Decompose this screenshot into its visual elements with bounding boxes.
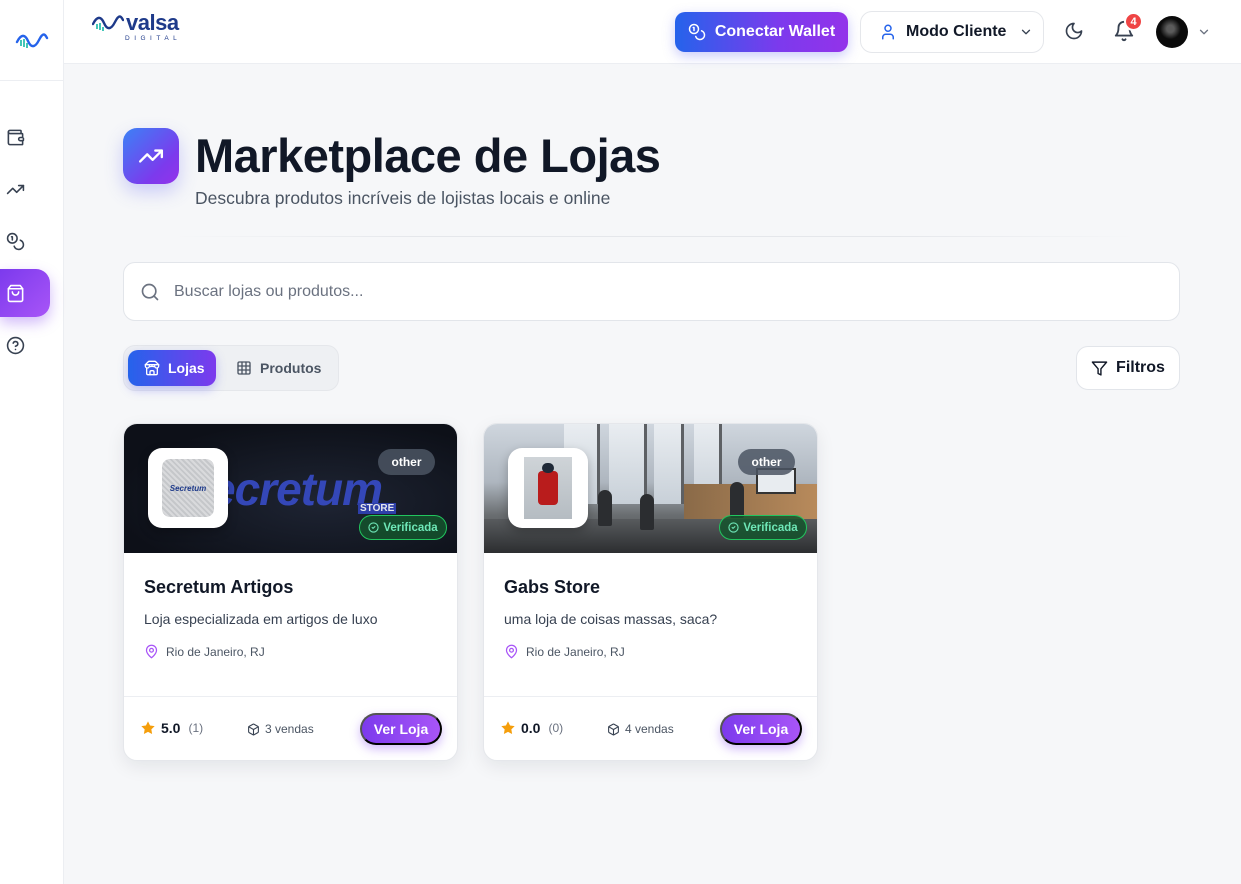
store-location-text: Rio de Janeiro, RJ bbox=[526, 644, 625, 659]
store-icon bbox=[144, 360, 160, 376]
mode-selector-label: Modo Cliente bbox=[906, 23, 1007, 40]
valsa-wave-icon bbox=[92, 15, 124, 31]
help-circle-icon bbox=[6, 336, 25, 354]
notification-badge: 4 bbox=[1124, 12, 1143, 31]
star-icon bbox=[141, 721, 155, 735]
coins-icon bbox=[688, 23, 706, 41]
rating-count: (1) bbox=[188, 721, 204, 735]
check-circle-icon bbox=[728, 522, 739, 533]
store-description: Loja especializada em artigos de luxo bbox=[144, 611, 378, 627]
rating-count: (0) bbox=[548, 721, 564, 735]
verified-badge: Verificada bbox=[719, 515, 807, 540]
banner-window bbox=[654, 424, 684, 504]
moon-icon[interactable] bbox=[1064, 21, 1084, 41]
verified-badge: Verificada bbox=[359, 515, 447, 540]
store-rating: 0.0 (0) bbox=[500, 720, 563, 736]
store-rating: 5.0 (1) bbox=[140, 720, 203, 736]
tab-stores[interactable]: Lojas bbox=[128, 350, 216, 386]
banner-person bbox=[730, 482, 744, 518]
filters-label: Filtros bbox=[1116, 359, 1165, 376]
store-name: Gabs Store bbox=[504, 577, 601, 597]
banner-person bbox=[640, 494, 654, 530]
category-badge: other bbox=[738, 449, 795, 475]
map-pin-icon bbox=[145, 644, 158, 659]
banner-text: ecretum bbox=[210, 463, 383, 515]
search-input[interactable] bbox=[174, 282, 1074, 301]
search-bar bbox=[123, 262, 1180, 321]
valsa-logo-icon bbox=[15, 33, 48, 48]
store-location-text: Rio de Janeiro, RJ bbox=[166, 644, 265, 659]
view-store-button[interactable]: Ver Loja bbox=[360, 713, 442, 745]
store-location: Rio de Janeiro, RJ bbox=[504, 644, 625, 659]
verified-label: Verificada bbox=[743, 521, 798, 534]
tab-stores-label: Lojas bbox=[168, 360, 205, 376]
category-badge: other bbox=[378, 449, 435, 475]
sidebar-item-wallet[interactable] bbox=[0, 113, 50, 161]
sidebar-logo[interactable] bbox=[0, 0, 63, 81]
brand-logo[interactable]: valsa DIGITAL bbox=[92, 12, 181, 42]
page-title: Marketplace de Lojas bbox=[195, 129, 661, 182]
verified-label: Verificada bbox=[383, 521, 438, 534]
card-divider bbox=[484, 696, 817, 697]
brand-subtitle: DIGITAL bbox=[125, 35, 182, 42]
sidebar-item-coins[interactable] bbox=[0, 217, 50, 265]
store-logo bbox=[508, 448, 588, 528]
store-card[interactable]: other Verificada Gabs Store uma loja de … bbox=[483, 423, 818, 761]
rating-value: 5.0 bbox=[161, 720, 181, 736]
coins-icon bbox=[6, 232, 25, 250]
sidebar-item-marketplace[interactable] bbox=[0, 269, 50, 317]
store-sales: 4 vendas bbox=[607, 722, 674, 736]
view-store-button[interactable]: Ver Loja bbox=[720, 713, 802, 745]
trending-up-icon bbox=[6, 184, 25, 194]
filters-button[interactable]: Filtros bbox=[1076, 346, 1180, 390]
map-pin-icon bbox=[505, 644, 518, 659]
store-logo: Secretum bbox=[148, 448, 228, 528]
connect-wallet-button[interactable]: Conectar Wallet bbox=[675, 12, 848, 52]
grid-icon bbox=[237, 361, 251, 375]
user-icon bbox=[882, 24, 894, 40]
store-card[interactable]: ecretum STORE Secretum other Verificada … bbox=[123, 423, 458, 761]
store-sales: 3 vendas bbox=[247, 722, 314, 736]
sidebar-item-trending[interactable] bbox=[0, 165, 50, 213]
rating-value: 0.0 bbox=[521, 720, 541, 736]
chevron-down-icon[interactable] bbox=[1197, 25, 1211, 39]
store-location: Rio de Janeiro, RJ bbox=[144, 644, 265, 659]
brand-name: valsa bbox=[126, 10, 179, 35]
wallet-icon bbox=[7, 129, 25, 145]
check-circle-icon bbox=[368, 522, 379, 533]
page-title-icon bbox=[123, 128, 179, 184]
tab-products[interactable]: Produtos bbox=[236, 350, 321, 386]
page-subtitle: Descubra produtos incríveis de lojistas … bbox=[195, 188, 611, 208]
shopping-bag-icon bbox=[7, 284, 24, 302]
store-logo-image: Secretum bbox=[162, 459, 214, 517]
sales-count: 4 vendas bbox=[625, 722, 674, 736]
card-divider bbox=[124, 696, 457, 697]
tab-products-label: Produtos bbox=[260, 360, 322, 376]
sidebar bbox=[0, 0, 64, 884]
sales-count: 3 vendas bbox=[265, 722, 314, 736]
filter-icon bbox=[1091, 360, 1108, 376]
chevron-down-icon bbox=[1022, 29, 1031, 35]
top-header: valsa DIGITAL Conectar Wallet Modo Clien… bbox=[64, 0, 1241, 64]
banner-person bbox=[598, 490, 612, 526]
banner-window bbox=[609, 424, 647, 504]
connect-wallet-label: Conectar Wallet bbox=[714, 23, 836, 40]
trending-up-icon bbox=[138, 149, 164, 163]
store-name: Secretum Artigos bbox=[144, 577, 294, 597]
package-icon bbox=[608, 723, 619, 735]
view-toggle: Lojas Produtos bbox=[123, 345, 339, 391]
star-icon bbox=[501, 721, 515, 735]
mode-selector[interactable]: Modo Cliente bbox=[860, 11, 1044, 53]
banner-subtext: STORE bbox=[358, 503, 397, 514]
package-icon bbox=[248, 723, 259, 735]
store-logo-image bbox=[524, 457, 572, 519]
divider bbox=[175, 236, 1135, 237]
store-description: uma loja de coisas massas, saca? bbox=[504, 611, 718, 627]
search-icon bbox=[141, 283, 159, 300]
avatar[interactable] bbox=[1156, 16, 1188, 48]
sidebar-item-help[interactable] bbox=[0, 321, 50, 369]
